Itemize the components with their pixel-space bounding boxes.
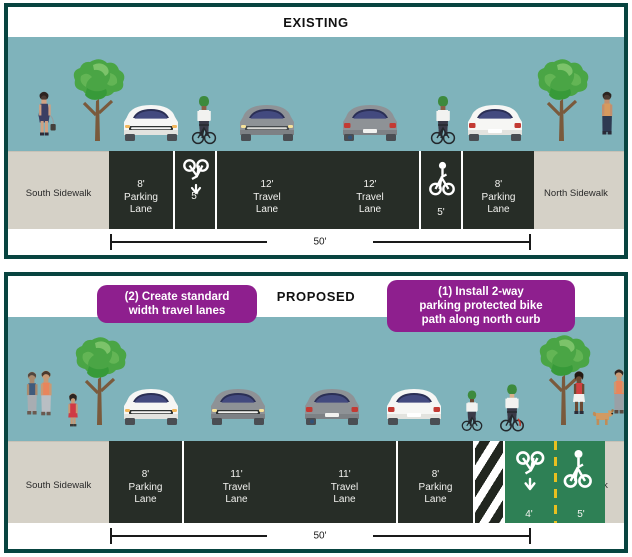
lane-label: 12' Travel Lane — [356, 179, 384, 215]
lane-label: 5' — [437, 207, 445, 218]
south-sidewalk-label: South Sidewalk — [25, 188, 92, 199]
lane-label: 11' Travel Lane — [330, 469, 359, 505]
cyclist-bike-path-east — [498, 383, 526, 433]
south-sidewalk-label: South Sidewalk — [25, 480, 92, 491]
existing-scene: South Sidewalk North Sidewalk 8' Parking… — [8, 37, 624, 255]
proposed-title: PROPOSED — [276, 289, 356, 304]
proposed-width-measure: 50' — [8, 523, 624, 549]
existing-total-width-label: 50' — [308, 236, 332, 248]
lane-label: 4' — [525, 509, 533, 520]
pedestrian-north-man — [608, 367, 624, 423]
lane-label: 8' Parking Lane — [481, 179, 516, 215]
lane-label: 11' Travel Lane — [222, 469, 251, 505]
existing-condition-panel: EXISTING South Sidewalk North Sidewalk 8… — [4, 3, 628, 259]
sharrow-up-icon — [429, 159, 455, 199]
existing-title: EXISTING — [283, 14, 349, 30]
existing-width-measure: 50' — [8, 229, 624, 255]
callout-install-bike-path: (1) Install 2-way parking protected bike… — [387, 280, 575, 332]
lane-label: 5' — [577, 509, 585, 520]
car-travel-south — [235, 99, 299, 143]
sharrow-up-icon — [563, 447, 593, 493]
callout-standard-travel-lanes: (2) Create standard width travel lanes — [97, 285, 257, 323]
pedestrian-south — [34, 90, 56, 140]
pedestrian-north — [596, 90, 618, 140]
car-travel-north — [300, 383, 364, 427]
existing-header: EXISTING — [8, 7, 624, 37]
car-travel-north — [338, 99, 402, 143]
lane-label: 12' Travel Lane — [253, 179, 281, 215]
north-sidewalk-label: North Sidewalk — [544, 188, 608, 199]
car-parked-south — [119, 99, 183, 143]
lane-label: 8' Parking Lane — [124, 179, 158, 215]
car-parked-north — [463, 99, 527, 143]
cyclist-bike-path-west — [460, 389, 484, 431]
proposed-total-width-label: 50' — [308, 530, 332, 542]
car-travel-south — [206, 383, 270, 427]
pedestrian-pair-south — [22, 369, 62, 423]
car-parked-south — [119, 383, 183, 427]
tree-north — [530, 57, 592, 141]
lane-label: 8' Parking Lane — [128, 469, 163, 505]
proposed-scene: South Sidewalk North Sidewalk — [8, 317, 624, 549]
lane-label: 5' — [191, 191, 199, 202]
street-cross-section-diagram: EXISTING South Sidewalk North Sidewalk 8… — [0, 0, 632, 557]
car-parked-north — [382, 383, 446, 427]
pedestrian-north-woman — [568, 369, 590, 423]
cyclist-north — [429, 94, 457, 145]
proposed-condition-panel: PROPOSED (2) Create standard width trave… — [4, 272, 628, 553]
cyclist-south — [190, 94, 218, 145]
sharrow-down-icon — [515, 447, 545, 493]
lane-label: 8' Parking Lane — [418, 469, 453, 505]
